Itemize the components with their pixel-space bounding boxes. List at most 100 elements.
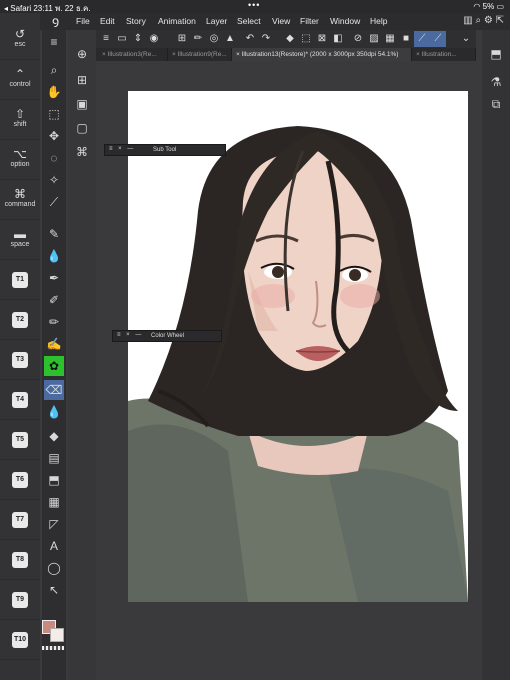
grid-icon[interactable]: ⊞ (174, 31, 190, 47)
select-icon[interactable]: ▦ (382, 31, 398, 47)
menu-window[interactable]: Window (330, 16, 360, 26)
t2-key[interactable]: T2 (0, 300, 40, 340)
layout-icon[interactable]: ▥ (463, 15, 472, 26)
crop-icon[interactable]: ■ (398, 31, 414, 47)
fill-icon[interactable]: ◆ (44, 426, 64, 446)
magic-wand-icon[interactable]: ✧ (44, 170, 64, 190)
move-tool-icon[interactable]: ✥ (44, 126, 64, 146)
t8-key[interactable]: T8 (0, 540, 40, 580)
figure-icon[interactable]: ⬒ (44, 470, 64, 490)
draw-icon[interactable]: ✏ (190, 31, 206, 47)
gradient-icon[interactable]: ▤ (44, 448, 64, 468)
menu-help[interactable]: Help (370, 16, 387, 26)
stabilizer-icon[interactable]: ⟋ (414, 31, 430, 47)
eraser-icon[interactable]: ⌫ (44, 380, 64, 400)
zoom-tool-icon[interactable]: ⌕ (44, 60, 64, 80)
shift-key[interactable]: ⇧ shift (0, 100, 40, 140)
layer-stack-icon[interactable]: ⧉ (486, 94, 506, 114)
t5-key[interactable]: T5 (0, 420, 40, 460)
collapse-icon[interactable]: ≡ (44, 32, 64, 52)
settings-icon[interactable]: ⚙ (484, 15, 493, 26)
menu-story[interactable]: Story (126, 16, 146, 26)
eyedropper-icon[interactable]: ⟋ (44, 192, 64, 212)
panel-controls-icon[interactable]: ≡ × — (117, 332, 143, 338)
sub-tool-icon[interactable]: ⌘ (72, 142, 92, 162)
menu-edit[interactable]: Edit (100, 16, 115, 26)
text-tool-icon[interactable]: A (44, 536, 64, 556)
brush-icon[interactable]: ✎ (44, 224, 64, 244)
material-icon[interactable]: ⚗ (486, 72, 506, 92)
frame-icon[interactable]: ▦ (44, 492, 64, 512)
undo-toolbar-icon[interactable]: ↶ (242, 31, 258, 47)
correct-line-icon[interactable]: ↖ (44, 580, 64, 600)
menu-view[interactable]: View (272, 16, 290, 26)
menu-icon[interactable]: ≡ (98, 31, 114, 47)
menu-filter[interactable]: Filter (300, 16, 319, 26)
t3-key[interactable]: T3 (0, 340, 40, 380)
fill-toolbar-icon[interactable]: ◆ (282, 31, 298, 47)
expand-icon[interactable]: ⇱ (496, 15, 504, 26)
frame-panel-icon[interactable]: ▢ (72, 118, 92, 138)
t9-key[interactable]: T9 (0, 580, 40, 620)
layer-panel-icon[interactable]: ▣ (72, 94, 92, 114)
close-icon[interactable]: × (236, 51, 240, 58)
hand-tool-icon[interactable]: ✋ (44, 82, 64, 102)
blend-icon[interactable]: 💧 (44, 246, 64, 266)
layer-property-icon[interactable]: ⬒ (486, 44, 506, 64)
tab-illustration9[interactable]: × Illustration9(Re... (168, 48, 232, 61)
tab-illustration3[interactable]: × Illustration3(Re... (98, 48, 168, 61)
selection-layer-icon[interactable]: ▨ (366, 31, 382, 47)
sub-tool-panel[interactable]: ≡ × — Sub Tool (104, 144, 226, 156)
object-tool-icon[interactable]: ⬚ (44, 104, 64, 124)
marker-icon[interactable]: ✐ (44, 290, 64, 310)
t6-key[interactable]: T6 (0, 460, 40, 500)
menu-animation[interactable]: Animation (158, 16, 196, 26)
deselect-icon[interactable]: ⊘ (350, 31, 366, 47)
chevron-down-icon[interactable]: ⌄ (458, 31, 474, 47)
command-key[interactable]: ⌘ command (0, 180, 40, 220)
arrow-up-down-icon[interactable]: ⇕ (130, 31, 146, 47)
adjust-icon[interactable]: ▲ (222, 31, 238, 47)
panel-controls-icon[interactable]: ≡ × — (109, 146, 135, 152)
transform-icon[interactable]: ⬚ (298, 31, 314, 47)
space-key[interactable]: ▬ space (0, 220, 40, 260)
decoration-icon[interactable]: ✿ (44, 356, 64, 376)
artwork-canvas[interactable] (128, 91, 468, 602)
pen-icon[interactable]: ✒ (44, 268, 64, 288)
option-key[interactable]: ⌥ option (0, 140, 40, 180)
t7-key[interactable]: T7 (0, 500, 40, 540)
t1-key[interactable]: T1 (0, 260, 40, 300)
lasso-tool-icon[interactable]: ◌ (44, 148, 64, 168)
search-icon[interactable]: ⌕ (475, 15, 481, 26)
t4-key[interactable]: T4 (0, 380, 40, 420)
app-logo-icon[interactable]: Ꝯ (52, 14, 59, 31)
new-icon[interactable]: ▭ (114, 31, 130, 47)
menu-file[interactable]: File (76, 16, 90, 26)
palette-icon[interactable]: ◎ (206, 31, 222, 47)
multitask-dots[interactable]: ••• (248, 0, 260, 10)
menu-layer[interactable]: Layer (206, 16, 227, 26)
tab-illustration13[interactable]: × Illustration13(Restore)* (2000 x 3000p… (232, 48, 412, 61)
esc-key[interactable]: ↺ esc (0, 20, 40, 60)
tab-illustration-more[interactable]: × Illustration... (412, 48, 476, 61)
close-icon[interactable]: × (416, 51, 420, 58)
close-icon[interactable]: × (102, 51, 106, 58)
invert-icon[interactable]: ◧ (330, 31, 346, 47)
menu-select[interactable]: Select (237, 16, 261, 26)
control-key[interactable]: ⌃ control (0, 60, 40, 100)
visibility-icon[interactable]: ◉ (146, 31, 162, 47)
transparent-color-swatch[interactable] (42, 646, 64, 650)
blend-tool-icon[interactable]: 💧 (44, 402, 64, 422)
navigator-icon[interactable]: ⊕ (72, 44, 92, 64)
redo-toolbar-icon[interactable]: ↷ (258, 31, 274, 47)
close-icon[interactable]: × (172, 51, 176, 58)
snap-icon[interactable]: ⟋ (430, 31, 446, 47)
pencil-icon[interactable]: ✏ (44, 312, 64, 332)
t10-key[interactable]: T10 (0, 620, 40, 660)
balloon-icon[interactable]: ◯ (44, 558, 64, 578)
ruler-icon[interactable]: ◸ (44, 514, 64, 534)
clear-icon[interactable]: ⊠ (314, 31, 330, 47)
airbrush-icon[interactable]: ✍ (44, 334, 64, 354)
layer-import-icon[interactable]: ⊞ (72, 70, 92, 90)
color-wheel-panel[interactable]: ≡ × — Color Wheel (112, 330, 222, 342)
